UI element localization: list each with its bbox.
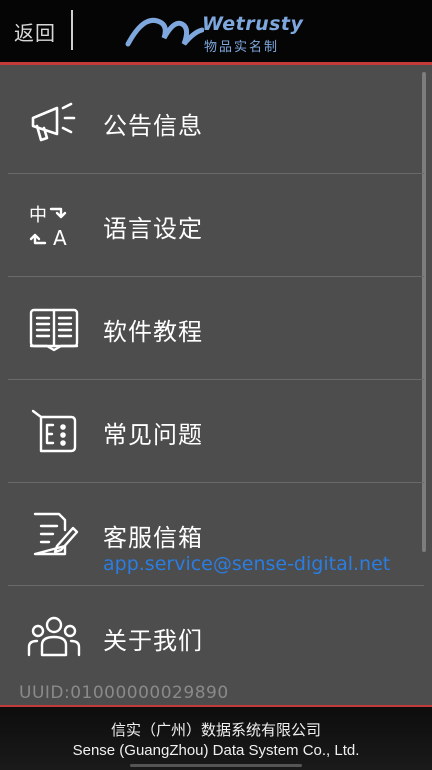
- menu-item-language[interactable]: 中 A 语言设定: [8, 173, 424, 277]
- menu-item-label: 常见问题: [103, 421, 203, 449]
- svg-text:A: A: [53, 226, 67, 250]
- menu-item-tutorial[interactable]: 软件教程: [8, 276, 424, 380]
- menu-item-announcements[interactable]: 公告信息: [8, 70, 424, 174]
- wetrusty-logo: Wetrusty 物品实名制: [124, 8, 314, 55]
- people-icon: [27, 616, 81, 657]
- service-email-link[interactable]: app.service@sense-digital.net: [103, 553, 390, 575]
- logo-subtitle: 物品实名制: [204, 40, 280, 55]
- translate-icon: 中 A: [29, 205, 67, 250]
- home-indicator: [130, 764, 302, 767]
- megaphone-icon: [31, 102, 76, 142]
- company-name-en: Sense (GuangZhou) Data System Co., Ltd.: [72, 742, 360, 759]
- menu-item-label: 软件教程: [103, 318, 203, 346]
- menu-item-label: 语言设定: [103, 215, 203, 243]
- uuid-text: UUID:01000000029890: [19, 683, 229, 703]
- company-name-cn: 信实（广州）数据系统有限公司: [110, 721, 321, 739]
- svg-text:中: 中: [29, 205, 47, 226]
- logo-mark-icon: [125, 17, 204, 47]
- back-button[interactable]: 返回: [14, 17, 56, 46]
- menu-item-label: 关于我们: [103, 627, 203, 655]
- mail-edit-icon: [33, 512, 79, 556]
- faq-icon: [31, 409, 77, 453]
- menu-item-label: 公告信息: [103, 112, 203, 140]
- footer: 信实（广州）数据系统有限公司 Sense (GuangZhou) Data Sy…: [0, 705, 432, 770]
- book-icon: [29, 308, 79, 352]
- menu-item-label: 客服信箱: [103, 524, 203, 552]
- header-divider: [71, 10, 73, 50]
- menu-item-about[interactable]: 关于我们: [8, 585, 424, 688]
- logo-word: Wetrusty: [202, 13, 304, 35]
- menu-item-faq[interactable]: 常见问题: [8, 379, 424, 483]
- top-bar: 返回 Wetrusty 物品实名制: [0, 0, 432, 62]
